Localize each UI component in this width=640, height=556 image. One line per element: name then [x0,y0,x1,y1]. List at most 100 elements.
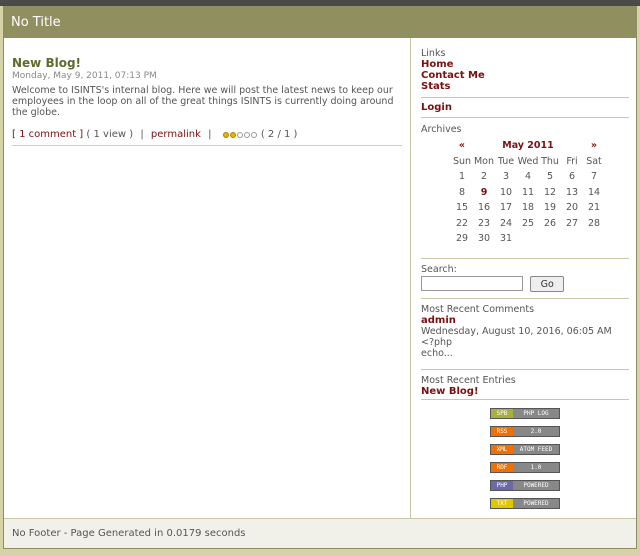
calendar-day: 13 [565,186,579,198]
sidebar: Links Home Contact Me Stats Login Archiv… [410,38,636,518]
badge-right: 1.0 [513,463,559,472]
divider [421,97,629,98]
calendar-day: 14 [587,186,601,198]
calendar-week: 8 9 10 11 12 13 14 [451,185,605,201]
badge-left: SPB [491,409,513,418]
post-title[interactable]: New Blog! [12,56,402,70]
calendar-day: 15 [455,202,469,214]
calendar-day: 8 [458,186,466,198]
calendar-day [539,231,561,247]
nav-link-home[interactable]: Home [421,59,629,70]
badge-left: XML [491,445,513,454]
badge-right: POWERED [513,499,559,508]
calendar-weekday: Tue [497,155,515,167]
search-input[interactable] [421,276,523,291]
site-title: No Title [11,15,61,30]
view-count: ( 1 view ) [86,129,134,140]
divider [421,258,629,259]
calendar-day [583,231,605,247]
calendar-day [517,231,539,247]
nav-link-stats[interactable]: Stats [421,81,629,92]
search-go-button[interactable]: Go [530,276,565,292]
comment-excerpt-line1: <?php [421,337,453,348]
calendar-day: 28 [587,217,601,229]
comment-author-link[interactable]: admin [421,315,629,326]
permalink-link[interactable]: permalink [151,129,201,140]
separator: | [140,129,144,140]
search-section: Search: Go [421,264,629,292]
calendar-weekday: Thu [541,155,559,167]
calendar-next-link[interactable]: » [583,138,605,154]
divider [421,117,629,118]
comment-excerpt-line2: echo... [421,348,453,359]
calendar-weekday: Sat [586,155,602,167]
rating-text: ( 2 / 1 ) [260,129,298,140]
badge-right: ATOM FEED [513,445,559,454]
nav-link-contact[interactable]: Contact Me [421,70,629,81]
calendar-day-link[interactable]: 9 [473,185,495,201]
feed-badge[interactable]: RSS 2.0 [490,426,560,437]
calendar-day: 26 [543,217,557,229]
links-section: Links Home Contact Me Stats [421,48,629,92]
rating-star-icon[interactable] [222,132,229,138]
footer-text: No Footer - Page Generated in 0.0179 sec… [12,528,246,539]
calendar-day: 1 [458,171,466,183]
calendar-day: 10 [499,186,513,198]
calendar-day: 30 [477,233,491,245]
archive-calendar: « May 2011 » Sun Mon Tue Wed Thu Fri Sat 12345… [451,138,605,247]
login-link[interactable]: Login [421,102,629,113]
calendar-weekday: Wed [517,155,539,167]
search-heading: Search: [421,264,457,275]
separator: | [208,129,212,140]
links-heading: Links [421,48,446,59]
comment-date: Wednesday, August 10, 2016, 06:05 AM [421,326,612,337]
calendar-weekdays: Sun Mon Tue Wed Thu Fri Sat [451,154,605,170]
calendar-day: 17 [499,202,513,214]
calendar-weekday: Mon [473,155,495,167]
calendar-day: 29 [455,233,469,245]
archives-section: Archives « May 2011 » Sun Mon Tue Wed Thu Fri… [421,124,629,247]
badge-right: POWERED [513,481,559,490]
calendar-day [561,231,583,247]
calendar-weekday: Sun [452,155,472,167]
rating-star-icon[interactable] [229,132,236,138]
main-content: New Blog! Monday, May 9, 2011, 07:13 PM … [4,38,410,518]
divider [421,399,629,400]
calendar-week: 22 23 24 25 26 27 28 [451,216,605,232]
rating-stars[interactable] [222,130,258,141]
calendar-day: 22 [455,217,469,229]
calendar-day: 2 [480,171,488,183]
post-body: Welcome to ISINTS's internal blog. Here … [12,85,394,118]
rating-star-icon[interactable] [250,132,257,138]
rating-star-icon[interactable] [243,132,250,138]
badge-left: TXT [491,499,513,508]
feed-badge[interactable]: SPB PHP LOG [490,408,560,419]
post-date: Monday, May 9, 2011, 07:13 PM [12,71,157,81]
badges-section: SPB PHP LOG RSS 2.0 XML ATOM FEED RDF 1.0 PHP POW… [421,408,629,516]
divider [421,369,629,370]
feed-badge[interactable]: XML ATOM FEED [490,444,560,455]
calendar-day: 5 [546,171,554,183]
archives-heading: Archives [421,124,462,135]
comments-link[interactable]: [ 1 comment ] [12,129,83,140]
rating-star-icon[interactable] [236,132,243,138]
badge-left: RSS [491,427,513,436]
recent-entry-link[interactable]: New Blog! [421,386,629,397]
calendar-day: 12 [543,186,557,198]
calendar-month[interactable]: May 2011 [473,138,583,154]
calendar-day: 25 [521,217,535,229]
calendar-prev-link[interactable]: « [451,138,473,154]
page-frame: No Title New Blog! Monday, May 9, 2011, … [3,6,637,549]
badge-right: 2.0 [513,427,559,436]
calendar-day: 24 [499,217,513,229]
calendar-day: 31 [499,233,513,245]
feed-badge[interactable]: PHP POWERED [490,480,560,491]
divider [421,298,629,299]
badge-left: RDF [491,463,513,472]
calendar-day: 3 [502,171,510,183]
feed-badge[interactable]: TXT POWERED [490,498,560,509]
page-footer: No Footer - Page Generated in 0.0179 sec… [4,518,636,548]
calendar-day: 7 [590,171,598,183]
feed-badge[interactable]: RDF 1.0 [490,462,560,473]
calendar-day: 21 [587,202,601,214]
